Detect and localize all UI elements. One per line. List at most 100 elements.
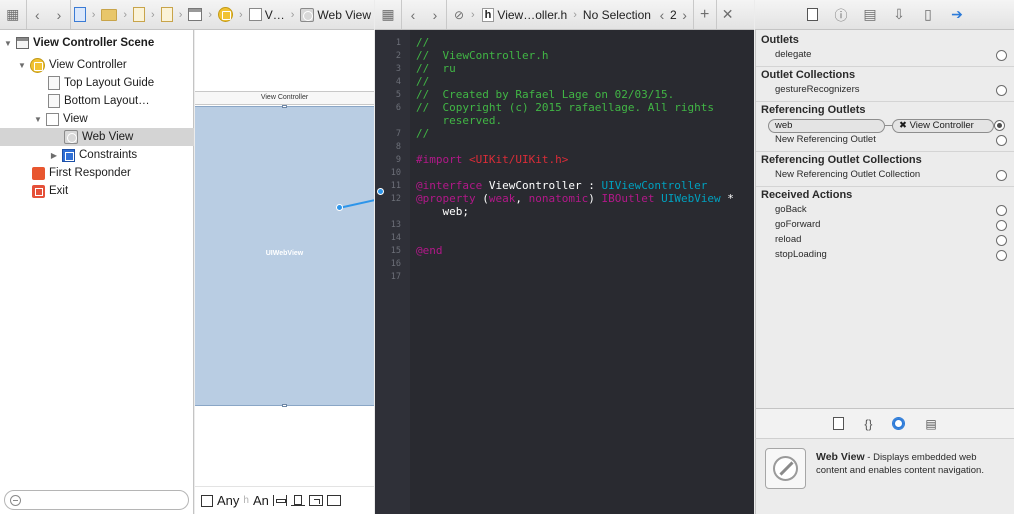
library-item-description: Web View - Displays embedded web content… <box>816 451 1008 477</box>
close-editor-icon[interactable]: ✕ <box>717 0 739 29</box>
code-line[interactable]: // <box>416 75 429 88</box>
web-view-library-item[interactable] <box>765 448 806 489</box>
library-tab-bar: {} ▤ <box>755 408 1014 438</box>
size-class-width[interactable]: Any <box>217 493 239 508</box>
connection-circle-icon[interactable] <box>996 170 1007 181</box>
pin-icon[interactable] <box>290 495 305 506</box>
code-line[interactable]: // <box>416 127 429 140</box>
align-icon[interactable] <box>272 495 287 506</box>
outline-label: Exit <box>49 185 69 197</box>
add-editor-icon[interactable]: + <box>694 0 716 29</box>
code-line[interactable]: @end <box>416 244 443 257</box>
new-referencing-collection-row: New Referencing Outlet Collection <box>775 169 1010 183</box>
referencing-outlet-pill[interactable]: web <box>768 119 885 133</box>
grid-icon[interactable]: ▦ <box>375 0 401 29</box>
back-arrow-icon[interactable]: ‹ <box>27 0 49 29</box>
resize-handle-top[interactable] <box>282 105 287 108</box>
connection-circle-icon[interactable] <box>996 250 1007 261</box>
library-item-name: Web View <box>816 451 865 463</box>
code-line[interactable]: reserved. <box>416 114 502 127</box>
crumb-scene[interactable]: › <box>185 0 215 29</box>
action-label: goForward <box>775 219 821 230</box>
media-library-icon[interactable]: ▤ <box>925 417 936 431</box>
code-line[interactable]: // Created by Rafael Lage on 02/03/15. <box>416 88 674 101</box>
outline-item-exit[interactable]: Exit <box>0 182 194 200</box>
outline-label: Constraints <box>79 149 138 161</box>
outline-item-constraints[interactable]: ▶ Constraints <box>0 146 194 164</box>
code-line[interactable]: // ViewController.h <box>416 49 548 62</box>
referencing-target-pill[interactable]: ✖ View Controller <box>892 119 994 133</box>
forward-arrow-icon[interactable]: › <box>424 0 446 29</box>
crumb-project[interactable]: › <box>71 0 99 29</box>
code-snippet-library-icon[interactable]: {} <box>864 417 872 431</box>
connected-circle-icon[interactable] <box>994 120 1005 131</box>
storyboard-canvas[interactable]: View Controller UIWebView Any h An <box>195 30 374 514</box>
file-template-library-icon[interactable] <box>833 417 845 430</box>
back-arrow-icon[interactable]: ‹ <box>402 0 424 29</box>
line-number: 14 <box>390 233 401 243</box>
resize-handle-bottom[interactable] <box>282 404 287 407</box>
layout-toggle-icon[interactable] <box>201 494 213 507</box>
outline-item-first-responder[interactable]: First Responder <box>0 164 194 182</box>
code-line[interactable]: #import <UIKit/UIKit.h> <box>416 153 568 166</box>
code-line[interactable]: // ru <box>416 62 456 75</box>
disclosure-open-icon[interactable]: ▼ <box>2 39 14 48</box>
resizing-behavior-icon[interactable] <box>326 495 341 506</box>
outline-item-view[interactable]: ▼ View <box>0 110 194 128</box>
code-line[interactable]: // Copyright (c) 2015 rafaellage. All ri… <box>416 101 714 114</box>
size-class-height[interactable]: An <box>253 493 269 508</box>
crumb-view[interactable]: V… › <box>246 0 298 29</box>
code-line[interactable]: @property (weak, nonatomic) IBOutlet UIW… <box>416 192 734 205</box>
file-inspector-icon[interactable] <box>798 0 827 29</box>
disclosure-open-icon[interactable]: ▼ <box>32 115 44 124</box>
crumb-file-2[interactable]: › <box>158 0 186 29</box>
outline-item-top-layout-guide[interactable]: Top Layout Guide <box>0 74 194 92</box>
outline-item-view-controller[interactable]: ▼ View Controller <box>0 56 194 74</box>
crumb-file-1[interactable]: › <box>130 0 158 29</box>
code-line[interactable]: // <box>416 36 429 49</box>
crumb-selection[interactable]: No Selection <box>580 0 654 29</box>
crumb-web-view-label: Web View <box>317 7 371 22</box>
outline-filter-field[interactable] <box>4 490 189 510</box>
connection-circle-icon[interactable] <box>996 235 1007 246</box>
object-library-icon[interactable] <box>892 417 906 430</box>
connection-circle-icon[interactable] <box>996 205 1007 216</box>
outline-item-bottom-layout-guide[interactable]: Bottom Layout… <box>0 92 194 110</box>
forward-arrow-icon[interactable]: › <box>48 0 70 29</box>
connection-circle-icon[interactable] <box>996 85 1007 96</box>
size-inspector-icon[interactable]: ▯ <box>914 0 943 29</box>
attributes-inspector-icon[interactable]: ⇩ <box>885 0 914 29</box>
identity-inspector-icon[interactable]: ▤ <box>856 0 885 29</box>
source-editor[interactable]: 1 2 3 4 5 6 7 8 9 10 11 12 13 14 15 16 17 //// ViewContr… <box>375 30 754 514</box>
resolve-issues-icon[interactable] <box>308 495 323 506</box>
outline-item-web-view[interactable]: Web View <box>0 128 194 146</box>
related-items-icon[interactable]: ⊘ <box>447 0 471 29</box>
outline-item-scene[interactable]: ▼ View Controller Scene <box>0 34 194 52</box>
quick-help-icon[interactable]: ⓘ <box>827 0 856 29</box>
connected-outlet-indicator[interactable] <box>377 188 384 195</box>
view-controller-icon <box>218 7 234 22</box>
line-number: 9 <box>395 155 401 165</box>
disclosure-open-icon[interactable]: ▼ <box>16 61 28 70</box>
crumb-header-file[interactable]: h View…oller.h › <box>479 0 580 29</box>
code-line[interactable]: web; <box>416 205 469 218</box>
connection-circle-icon[interactable] <box>996 220 1007 231</box>
folder-icon <box>101 8 118 21</box>
counter-next-icon[interactable]: › <box>677 0 693 29</box>
connection-circle-icon[interactable] <box>996 135 1007 146</box>
connection-circle-icon[interactable] <box>996 50 1007 61</box>
crumb-view-controller[interactable]: › <box>215 0 246 29</box>
code-token: // Copyright (c) 2015 rafaellage. All ri… <box>416 101 715 114</box>
web-view-canvas-element[interactable]: UIWebView <box>195 105 374 407</box>
line-number: 1 <box>395 38 401 48</box>
disclosure-closed-icon[interactable]: ▶ <box>48 151 60 160</box>
file-icon <box>133 7 146 22</box>
grid-icon[interactable]: ▦ <box>0 0 26 29</box>
connections-inspector-icon[interactable]: ➔ <box>943 0 972 29</box>
crumb-web-view[interactable]: Web View <box>297 0 374 29</box>
outlet-connection-dot[interactable] <box>336 204 343 211</box>
crumb-folder[interactable]: › <box>98 0 130 29</box>
code-line[interactable]: @interface ViewController : UIViewContro… <box>416 179 707 192</box>
scene-title-bar[interactable]: View Controller <box>195 91 374 105</box>
counter-prev-icon[interactable]: ‹ <box>654 0 670 29</box>
